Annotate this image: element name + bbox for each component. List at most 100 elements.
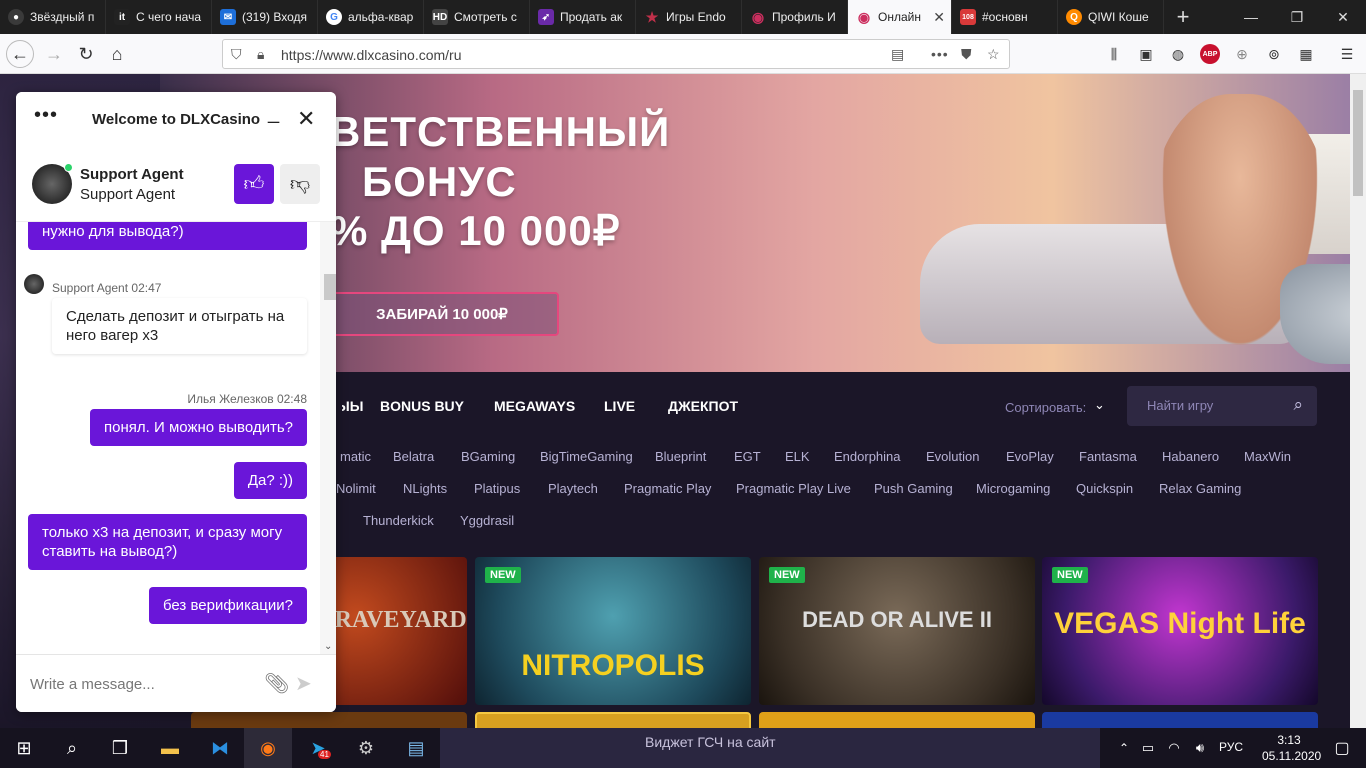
task-view-icon[interactable]: ❒ <box>96 728 144 768</box>
thumbs-up-icon[interactable]: 👍︎ <box>234 164 274 204</box>
chat-message-input[interactable]: Write a message... 📎︎ ➤ <box>16 654 336 712</box>
notifications-icon[interactable]: ▢ <box>1318 728 1366 768</box>
provider-link[interactable]: Yggdrasil <box>460 513 514 528</box>
provider-link[interactable]: Quickspin <box>1076 481 1133 496</box>
globe-icon[interactable]: ⊕ <box>1232 44 1252 64</box>
provider-link[interactable]: EGT <box>734 449 761 464</box>
game-card[interactable] <box>475 712 751 728</box>
sidebar-icon[interactable]: ▣ <box>1136 44 1156 64</box>
vscode-icon[interactable]: ⧓ <box>196 728 244 768</box>
url-text[interactable]: https://www.dlxcasino.com/ru <box>281 47 462 63</box>
game-search-input[interactable]: Найти игру ⌕ <box>1127 386 1317 426</box>
wifi-icon[interactable]: ◠ <box>1162 728 1186 768</box>
screenshot-icon[interactable]: ▦ <box>1296 44 1316 64</box>
tab-7[interactable]: ★ Игры Endo <box>636 0 742 34</box>
provider-link[interactable]: MaxWin <box>1244 449 1291 464</box>
back-button[interactable]: ← <box>6 40 34 68</box>
game-card[interactable] <box>1042 712 1318 728</box>
tab-1[interactable]: ● Звёздный п <box>0 0 106 34</box>
volume-icon[interactable]: 🔊︎ <box>1188 728 1212 768</box>
restore-window-button[interactable]: ❐ <box>1274 0 1320 34</box>
game-card[interactable]: NEW VEGAS Night Life <box>1042 557 1318 705</box>
provider-link[interactable]: Evolution <box>926 449 979 464</box>
chat-options-icon[interactable]: ••• <box>34 104 58 127</box>
provider-link[interactable]: Relax Gaming <box>1159 481 1241 496</box>
reader-view-icon[interactable]: ▤ <box>891 46 904 63</box>
show-hidden-icons[interactable]: ⌃ <box>1112 728 1136 768</box>
tab-4[interactable]: Gальфа-квар <box>318 0 424 34</box>
adblock-icon[interactable]: ABP <box>1200 44 1220 64</box>
claim-bonus-button[interactable]: ЗАБИРАЙ 10 000₽ <box>325 292 559 336</box>
more-actions-icon[interactable]: ••• <box>931 46 949 62</box>
minimize-chat-icon[interactable]: _ <box>268 102 279 125</box>
network-app-icon[interactable]: ▤ <box>392 728 440 768</box>
provider-link[interactable]: Pragmatic Play <box>624 481 711 496</box>
file-explorer-icon[interactable]: ▬ <box>146 728 194 768</box>
category-tab-1[interactable]: ЫЫ <box>342 398 363 414</box>
lock-icon[interactable]: 🔒︎ <box>257 46 264 63</box>
game-card[interactable] <box>759 712 1035 728</box>
menu-icon[interactable]: ☰ <box>1337 44 1357 64</box>
library-icon[interactable]: ⫼ <box>1104 44 1124 64</box>
tab-active[interactable]: ◉ Онлайн ✕ <box>848 0 952 34</box>
reload-button[interactable]: ↻ <box>72 40 100 68</box>
new-tab-button[interactable]: + <box>1164 0 1202 34</box>
scrollbar-thumb[interactable] <box>1353 90 1363 196</box>
provider-link[interactable]: NLights <box>403 481 447 496</box>
provider-link[interactable]: Endorphina <box>834 449 901 464</box>
tab-10[interactable]: 108 #основн <box>952 0 1058 34</box>
search-icon[interactable]: ⌕ <box>1293 395 1303 415</box>
battery-icon[interactable]: ▭ <box>1136 728 1160 768</box>
chat-messages[interactable]: нужно для вывода?) Support Agent 02:47 С… <box>16 222 336 654</box>
provider-link[interactable]: BGaming <box>461 449 515 464</box>
provider-link[interactable]: Push Gaming <box>874 481 953 496</box>
provider-link[interactable]: Pragmatic Play Live <box>736 481 851 496</box>
telegram-icon[interactable]: ➤ 41 <box>294 728 342 768</box>
attachment-icon[interactable]: 📎︎ <box>264 671 289 696</box>
tab-5[interactable]: HD Смотреть с <box>424 0 530 34</box>
provider-link[interactable]: Thunderkick <box>363 513 434 528</box>
thumbs-down-icon[interactable]: 👎︎ <box>280 164 320 204</box>
extension-icon[interactable]: ⊚ <box>1264 44 1284 64</box>
game-card[interactable] <box>191 712 467 728</box>
provider-link[interactable]: matic <box>340 449 371 464</box>
close-chat-icon[interactable]: ✕ <box>297 106 315 132</box>
sort-dropdown[interactable]: Сортировать: <box>1005 400 1086 415</box>
provider-link[interactable]: EvoPlay <box>1006 449 1054 464</box>
close-window-button[interactable]: ✕ <box>1320 0 1366 34</box>
game-card[interactable]: NEW DEAD OR ALIVE II <box>759 557 1035 705</box>
category-tab-megaways[interactable]: MEGAWAYS <box>494 398 575 414</box>
firefox-icon[interactable]: ◉ <box>244 728 292 768</box>
tab-2[interactable]: it С чего нача <box>106 0 212 34</box>
category-tab-live[interactable]: LIVE <box>604 398 635 414</box>
provider-link[interactable]: BigTimeGaming <box>540 449 633 464</box>
search-icon[interactable]: ⌕ <box>48 728 96 768</box>
provider-link[interactable]: Habanero <box>1162 449 1219 464</box>
chat-scrollbar[interactable]: ⌄ <box>320 222 336 654</box>
system-clock[interactable]: 3:13 05.11.2020 <box>1262 732 1321 764</box>
home-button[interactable]: ⌂ <box>103 40 131 68</box>
chevron-down-icon[interactable]: ⌄ <box>324 641 332 652</box>
page-scrollbar[interactable] <box>1350 74 1366 728</box>
category-tab-jackpot[interactable]: ДЖЕКПОТ <box>668 398 738 414</box>
send-icon[interactable]: ➤ <box>295 671 312 696</box>
provider-link[interactable]: Microgaming <box>976 481 1050 496</box>
tab-8[interactable]: ◉ Профиль И <box>742 0 848 34</box>
url-bar[interactable]: ⛉ 🔒︎ https://www.dlxcasino.com/ru ▤ ••• … <box>222 39 1010 69</box>
provider-link[interactable]: Belatra <box>393 449 434 464</box>
windows-start-icon[interactable]: ⊞ <box>0 728 48 768</box>
steam-icon[interactable]: ⚙ <box>342 728 390 768</box>
provider-link[interactable]: Platipus <box>474 481 520 496</box>
tab-11[interactable]: Q QIWI Коше <box>1058 0 1164 34</box>
shield-icon[interactable]: ⛉ <box>231 46 242 63</box>
chat-scrollbar-thumb[interactable] <box>324 274 336 300</box>
game-card[interactable]: NEW NITROPOLIS <box>475 557 751 705</box>
chevron-down-icon[interactable]: ⌄ <box>1094 397 1105 413</box>
close-tab-icon[interactable]: ✕ <box>933 9 945 26</box>
pocket-icon[interactable]: ⛊ <box>961 46 972 63</box>
account-icon[interactable]: ◍ <box>1168 44 1188 64</box>
forward-button[interactable]: → <box>40 40 68 68</box>
category-tab-bonus-buy[interactable]: BONUS BUY <box>380 398 464 414</box>
tab-3[interactable]: ✉ (319) Входя <box>212 0 318 34</box>
provider-link[interactable]: Blueprint <box>655 449 706 464</box>
